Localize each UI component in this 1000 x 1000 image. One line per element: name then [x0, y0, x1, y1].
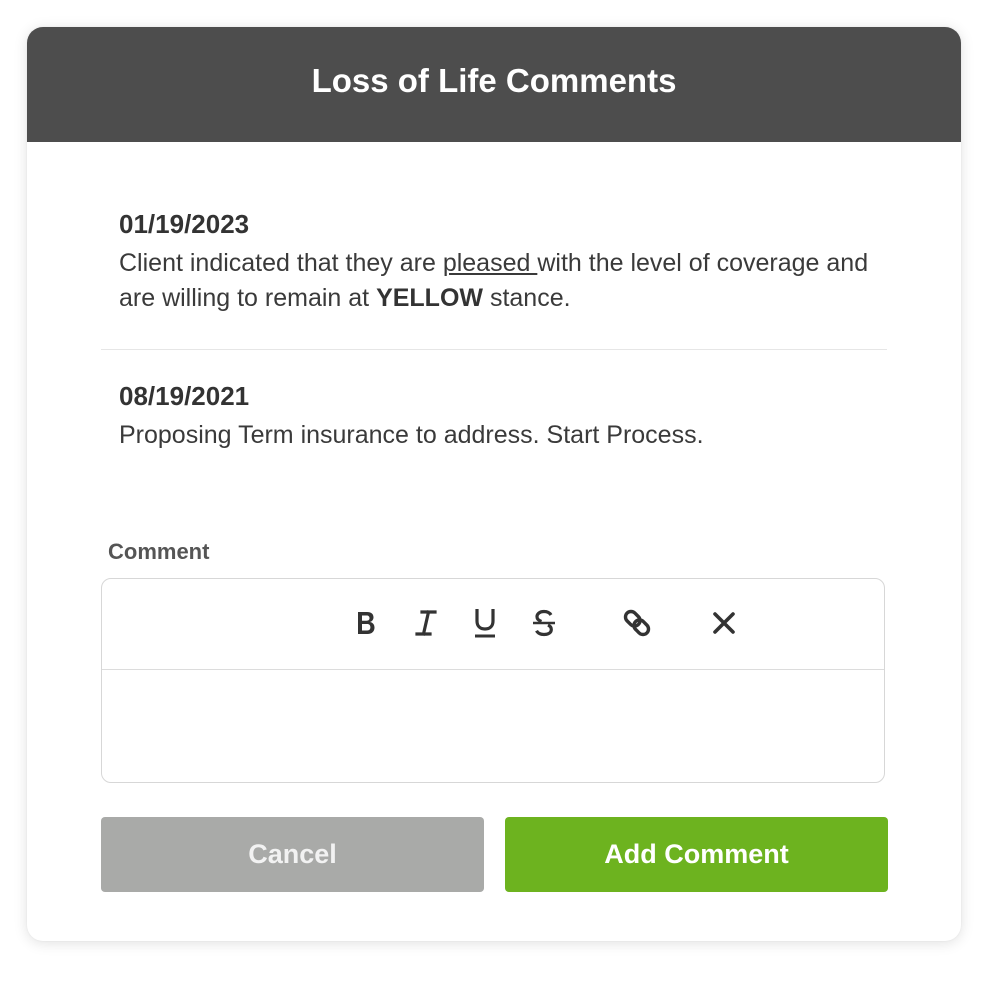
comment-text-underlined: pleased: [442, 249, 538, 277]
editor-toolbar: [102, 579, 884, 670]
italic-button[interactable]: [406, 603, 446, 643]
comment-text-end: stance.: [483, 284, 571, 312]
link-button[interactable]: [617, 603, 657, 643]
add-comment-button[interactable]: Add Comment: [505, 817, 888, 892]
italic-icon: [415, 610, 437, 636]
clear-format-icon: [713, 612, 735, 634]
comments-modal: Loss of Life Comments 01/19/2023 Client …: [27, 27, 961, 941]
strikethrough-icon: [533, 609, 555, 637]
comment-text: Client indicated that they are pleased w…: [119, 246, 889, 316]
strikethrough-button[interactable]: [524, 603, 564, 643]
underline-button[interactable]: [465, 603, 505, 643]
modal-title: Loss of Life Comments: [311, 61, 677, 99]
comment-entry: 08/19/2021 Proposing Term insurance to a…: [119, 379, 889, 453]
comment-editor: [101, 578, 885, 783]
bold-icon: [358, 612, 375, 634]
bold-button[interactable]: [346, 603, 386, 643]
modal-header: Loss of Life Comments: [27, 27, 961, 142]
comment-text-start: Client indicated that they are: [119, 249, 443, 277]
comment-text: Proposing Term insurance to address. Sta…: [119, 421, 704, 449]
comment-date: 01/19/2023: [119, 209, 250, 239]
comment-text-bold: YELLOW: [376, 284, 483, 312]
clear-format-button[interactable]: [704, 603, 744, 643]
comment-date: 08/19/2021: [119, 381, 250, 411]
comment-divider: [101, 349, 887, 350]
cancel-button[interactable]: Cancel: [101, 817, 484, 892]
underline-icon: [475, 609, 495, 638]
comment-entry: 01/19/2023 Client indicated that they ar…: [119, 207, 889, 316]
comment-textarea[interactable]: [102, 670, 884, 782]
comment-field-label: Comment: [108, 539, 210, 564]
link-icon: [623, 609, 651, 637]
